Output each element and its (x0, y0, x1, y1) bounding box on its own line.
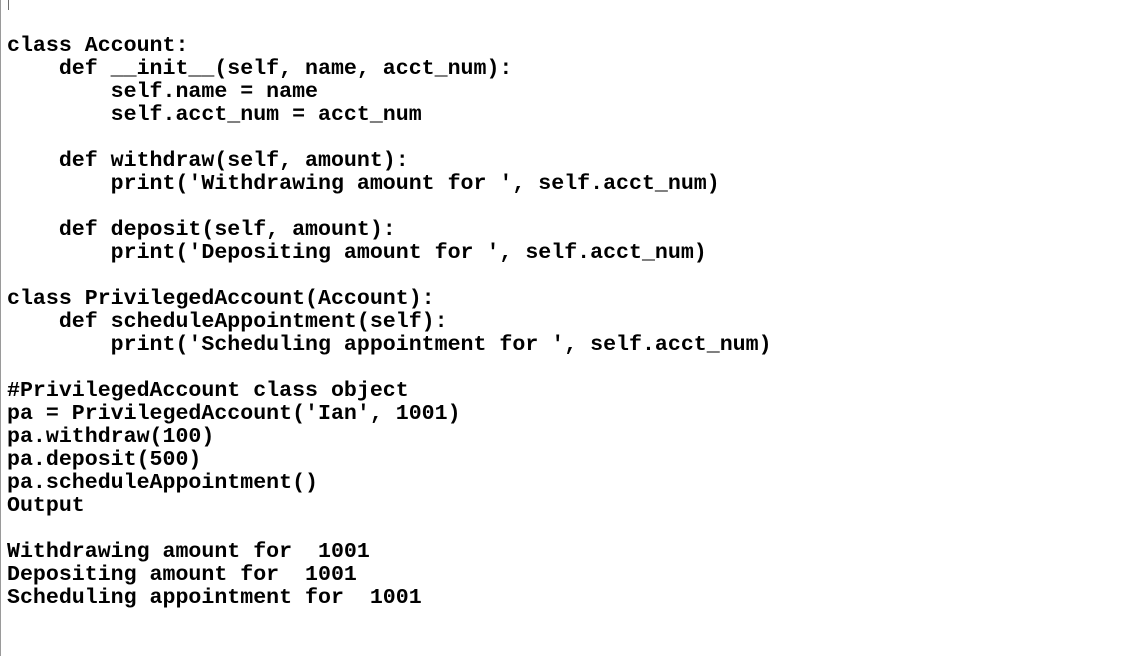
code-line: class PrivilegedAccount(Account): (7, 287, 435, 311)
code-line: #PrivilegedAccount class object (7, 379, 409, 403)
code-listing[interactable]: class Account: def __init__(self, name, … (7, 35, 772, 610)
code-editor-pane[interactable]: class Account: def __init__(self, name, … (0, 0, 1134, 656)
code-line: pa.deposit(500) (7, 448, 202, 472)
code-line: def deposit(self, amount): (7, 218, 396, 242)
code-line: self.acct_num = acct_num (7, 103, 422, 127)
code-line: pa = PrivilegedAccount('Ian', 1001) (7, 402, 461, 426)
code-line: Depositing amount for 1001 (7, 563, 357, 587)
code-line: pa.scheduleAppointment() (7, 471, 319, 495)
code-line: pa.withdraw(100) (7, 425, 215, 449)
code-line: Scheduling appointment for 1001 (7, 586, 422, 610)
code-line: def __init__(self, name, acct_num): (7, 57, 513, 81)
code-line: class Account: (7, 34, 189, 58)
code-line: print('Scheduling appointment for ', sel… (7, 333, 772, 357)
text-cursor (8, 0, 9, 10)
code-line: Output (7, 494, 85, 518)
code-line: def withdraw(self, amount): (7, 149, 409, 173)
code-line: self.name = name (7, 80, 319, 104)
code-line: print('Depositing amount for ', self.acc… (7, 241, 707, 265)
code-line: def scheduleAppointment(self): (7, 310, 448, 334)
code-line: print('Withdrawing amount for ', self.ac… (7, 172, 720, 196)
code-line: Withdrawing amount for 1001 (7, 540, 370, 564)
